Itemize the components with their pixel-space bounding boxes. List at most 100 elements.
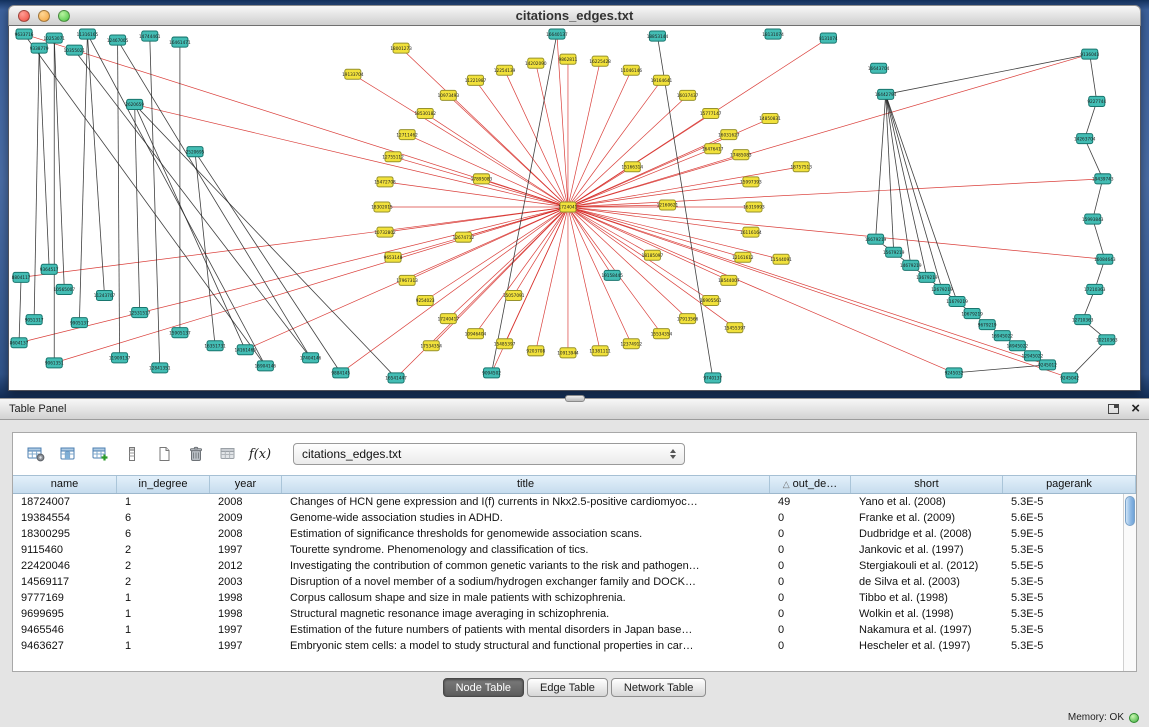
graph-node[interactable]: 12531517 (129, 308, 151, 318)
graph-node[interactable]: 9245012 (1038, 360, 1057, 370)
graph-node[interactable]: 12710363 (1072, 315, 1094, 325)
graph-node[interactable]: 15472708 (374, 177, 396, 187)
graph-node[interactable]: 16442794 (875, 89, 897, 99)
table-row[interactable]: 1938455462009Genome-wide association stu… (13, 510, 1136, 526)
tab-network-table[interactable]: Network Table (611, 678, 707, 697)
table-scrollbar[interactable] (1123, 494, 1136, 671)
close-window-button[interactable] (18, 10, 30, 22)
graph-node[interactable]: 12755112 (382, 152, 404, 162)
table-row[interactable]: 946362711997Embryonic stem cells: a mode… (13, 638, 1136, 654)
graph-node[interactable]: 9245042 (1060, 373, 1079, 383)
tab-edge-table[interactable]: Edge Table (527, 678, 608, 697)
graph-node[interactable]: 10210363 (1096, 335, 1118, 345)
graph-node[interactable]: 2620659 (125, 99, 144, 109)
table-selector-dropdown[interactable]: citations_edges.txt (293, 443, 685, 465)
graph-node[interactable]: 13679219 (916, 272, 938, 282)
function-builder-icon[interactable]: f(x) (247, 441, 273, 467)
graph-node[interactable]: 19164641 (651, 75, 673, 85)
zoom-window-button[interactable] (58, 10, 70, 22)
graph-node[interactable]: 12161612 (732, 252, 754, 262)
graph-node[interactable]: 14161465 (235, 345, 257, 355)
graph-node[interactable]: 10973493 (438, 90, 460, 100)
graph-node[interactable]: 9338779 (30, 43, 49, 53)
import-table-icon[interactable] (215, 441, 241, 467)
new-table-icon[interactable] (151, 441, 177, 467)
graph-node[interactable]: 9740137 (703, 373, 722, 383)
graph-node[interactable]: 11679219 (946, 296, 968, 306)
table-row[interactable]: 2242004622012Investigating the contribut… (13, 558, 1136, 574)
graph-node[interactable]: 15485397 (494, 339, 516, 349)
graph-node[interactable]: 14850831 (759, 113, 781, 123)
graph-node[interactable]: 9679219 (978, 320, 997, 330)
graph-node[interactable]: 14744461 (139, 31, 161, 41)
graph-node[interactable]: 16476417 (702, 144, 724, 154)
column-header-year[interactable]: year (210, 476, 282, 493)
graph-node[interactable]: 19439743 (1092, 174, 1114, 184)
column-header-in_degree[interactable]: in_degree (117, 476, 210, 493)
graph-node[interactable]: 18001273 (390, 43, 412, 53)
graph-node[interactable]: 17240417 (438, 314, 460, 324)
graph-node[interactable]: 12374912 (621, 339, 643, 349)
graph-node[interactable]: 12711462 (396, 130, 418, 140)
graph-node[interactable]: 18544007 (718, 275, 740, 285)
table-panel-header[interactable]: Table Panel × (0, 398, 1149, 420)
graph-node[interactable]: 16319993 (743, 202, 765, 212)
graph-node[interactable]: 11221987 (465, 75, 487, 85)
delete-table-icon[interactable] (183, 441, 209, 467)
graph-node[interactable]: 19158445 (601, 270, 623, 280)
graph-node[interactable]: 17895083 (471, 174, 493, 184)
graph-node[interactable]: 16225428 (589, 56, 611, 66)
graph-node[interactable]: 12841351 (149, 363, 171, 373)
network-graph[interactable]: 1724041163199931599739317485083160316271… (9, 26, 1140, 390)
graph-node[interactable]: 18530182 (414, 108, 436, 118)
graph-node[interactable]: 16945022 (992, 331, 1014, 341)
graph-node[interactable]: 16679219 (865, 234, 887, 244)
graph-node[interactable]: 16541447 (385, 373, 407, 383)
graph-node[interactable]: 9136043 (1080, 49, 1099, 59)
graph-node[interactable]: 11381111 (589, 346, 611, 356)
graph-node[interactable]: 9245032 (945, 368, 964, 378)
graph-node[interactable]: 10732802 (374, 227, 396, 237)
table-row[interactable]: 911546021997Tourette syndrome. Phenomeno… (13, 542, 1136, 558)
graph-node[interactable]: 10913944 (557, 348, 579, 358)
single-column-icon[interactable] (119, 441, 145, 467)
edit-columns-icon[interactable] (87, 441, 113, 467)
graph-node[interactable]: 10253071 (43, 33, 65, 43)
graph-node[interactable]: 18853144 (647, 31, 669, 41)
column-header-title[interactable]: title (282, 476, 770, 493)
graph-node[interactable]: 9051317 (25, 315, 44, 325)
graph-node[interactable]: 18302015 (371, 202, 393, 212)
graph-node[interactable]: 9061351 (45, 358, 64, 368)
table-row[interactable]: 1830029562008Estimation of significance … (13, 526, 1136, 542)
graph-node[interactable]: 11243707 (94, 290, 116, 300)
graph-node[interactable]: 15679219 (883, 247, 905, 257)
table-row[interactable]: 1872400712008Changes of HCN gene express… (13, 494, 1136, 510)
graph-node[interactable]: 16031627 (718, 130, 740, 140)
column-header-pagerank[interactable]: pagerank (1003, 476, 1136, 493)
graph-node[interactable]: 9227744 (1087, 96, 1106, 106)
graph-node[interactable]: 18131074 (762, 29, 784, 39)
graph-node[interactable]: 16116164 (740, 227, 762, 237)
column-header-out_degree[interactable]: △out_de… (770, 476, 851, 493)
graph-node[interactable]: 16037437 (677, 90, 699, 100)
graph-node[interactable]: 18185097 (642, 250, 664, 260)
graph-node[interactable]: 16351731 (204, 341, 226, 351)
window-titlebar[interactable]: citations_edges.txt (8, 5, 1141, 26)
graph-node[interactable]: 2520695 (186, 147, 205, 157)
graph-node[interactable]: 15057091 (503, 290, 525, 300)
scrollbar-thumb[interactable] (1125, 496, 1135, 526)
graph-node[interactable]: 12945022 (1022, 351, 1044, 361)
graph-node[interactable]: 12674712 (453, 232, 475, 242)
graph-node[interactable]: 12254139 (494, 65, 516, 75)
graph-node[interactable]: 16084643 (1094, 254, 1116, 264)
graph-node[interactable]: 15777147 (700, 108, 722, 118)
graph-node[interactable]: 17485083 (730, 150, 752, 160)
graph-node[interactable]: 16643704 (868, 63, 890, 73)
graph-node[interactable]: 12679219 (931, 284, 953, 294)
column-header-name[interactable]: name (13, 476, 117, 493)
graph-node[interactable]: 8604137 (10, 338, 29, 348)
graph-node[interactable]: 15455397 (724, 323, 746, 333)
graph-node[interactable]: 9203708 (526, 346, 545, 356)
graph-node[interactable]: 17404146 (300, 353, 322, 363)
graph-node[interactable]: 9653148 (384, 252, 403, 262)
